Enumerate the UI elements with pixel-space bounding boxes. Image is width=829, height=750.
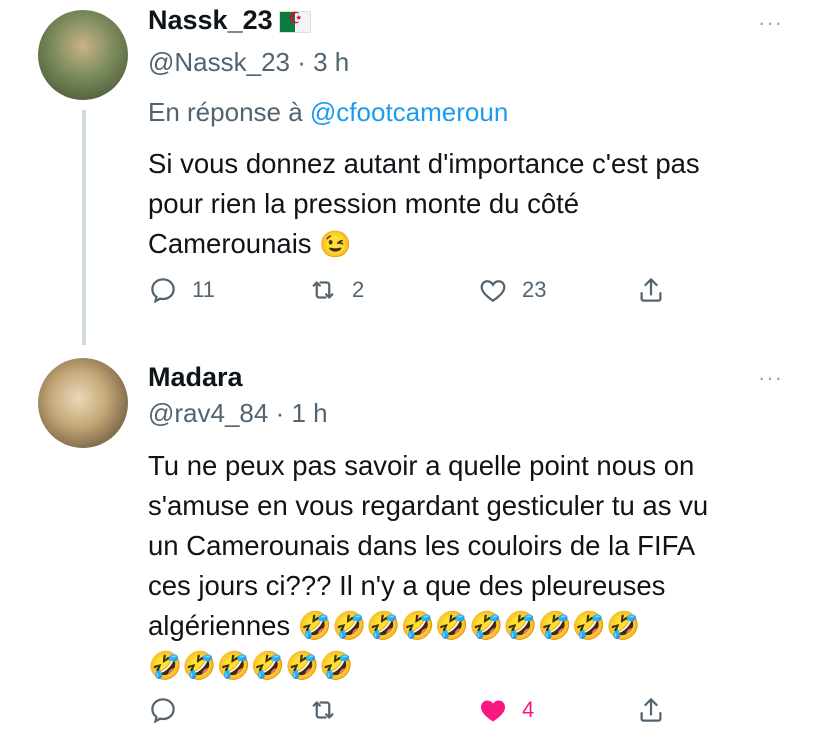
text-line: ces jours ci??? Il n'y a que des pleureu… (148, 570, 666, 601)
wink-emoji: 😉 (319, 229, 352, 259)
text-line: Cameroun​ais 😉 (148, 224, 808, 264)
tweet-actions: 4 (148, 695, 678, 735)
algeria-flag-icon (278, 9, 311, 33)
reply-icon (151, 698, 175, 724)
handle-time[interactable]: @Nassk_23 · 3 h (148, 47, 349, 78)
text-line-content: Cameroun​ais (148, 228, 312, 259)
tweet-actions: 11 2 23 (148, 275, 678, 315)
author-name[interactable]: Nassk_23 (148, 5, 311, 36)
thread-line (82, 110, 86, 345)
share-button[interactable] (636, 695, 666, 725)
like-button[interactable]: 4 (478, 695, 534, 725)
more-options-icon[interactable]: ··· (758, 365, 783, 391)
reply-button[interactable]: 11 (148, 275, 215, 305)
author-name-text: Nassk_23 (148, 5, 273, 35)
handle-time[interactable]: @rav4_84 · 1 h (148, 398, 328, 429)
heart-icon (480, 280, 506, 302)
share-icon (640, 278, 662, 302)
text-line: pour rien la pression monte du côté (148, 188, 580, 219)
tweet-text: Si vous donnez autant d'importance c'est… (148, 144, 808, 264)
reply-count: 11 (192, 277, 215, 302)
tweet-text: Tu ne peux pas savoir a quelle point nou… (148, 446, 808, 686)
retweet-count: 2 (352, 277, 365, 302)
text-line: 🤣🤣🤣🤣🤣🤣 (148, 650, 354, 681)
tweet-madara[interactable]: Madara @rav4_84 · 1 h ··· Tu ne peux pas… (0, 345, 829, 750)
retweet-icon (312, 281, 334, 299)
like-count: 23 (522, 277, 547, 302)
heart-filled-icon (481, 700, 505, 722)
retweet-button[interactable]: 2 (308, 275, 364, 305)
author-name[interactable]: Madara (148, 362, 243, 393)
text-line: s'amuse en vous regardant gesticuler tu … (148, 490, 709, 521)
retweet-button[interactable] (308, 695, 352, 725)
text-line: un Camerounais dans les couloirs de la F… (148, 530, 696, 561)
text-line: algériennes 🤣🤣🤣🤣🤣🤣🤣🤣🤣🤣 (148, 610, 641, 641)
more-options-icon[interactable]: ··· (758, 10, 783, 36)
reply-to: En réponse à @cfootcameroun (148, 97, 508, 128)
share-icon (640, 698, 662, 722)
text-line: Tu ne peux pas savoir a quelle point nou… (148, 450, 695, 481)
share-button[interactable] (636, 275, 666, 305)
tweet-nassk[interactable]: Nassk_23 @Nassk_23 · 3 h ··· En réponse … (0, 0, 829, 345)
retweet-icon (312, 701, 334, 719)
like-count: 4 (522, 697, 535, 722)
text-line: Si vous donnez autant d'importance c'est… (148, 148, 700, 179)
avatar[interactable] (38, 10, 128, 100)
reply-button[interactable] (148, 695, 192, 725)
like-button[interactable]: 23 (478, 275, 546, 305)
reply-to-label: En réponse à (148, 97, 303, 127)
reply-mention-link[interactable]: @cfootcameroun (310, 97, 508, 127)
avatar[interactable] (38, 358, 128, 448)
reply-icon (151, 278, 175, 304)
